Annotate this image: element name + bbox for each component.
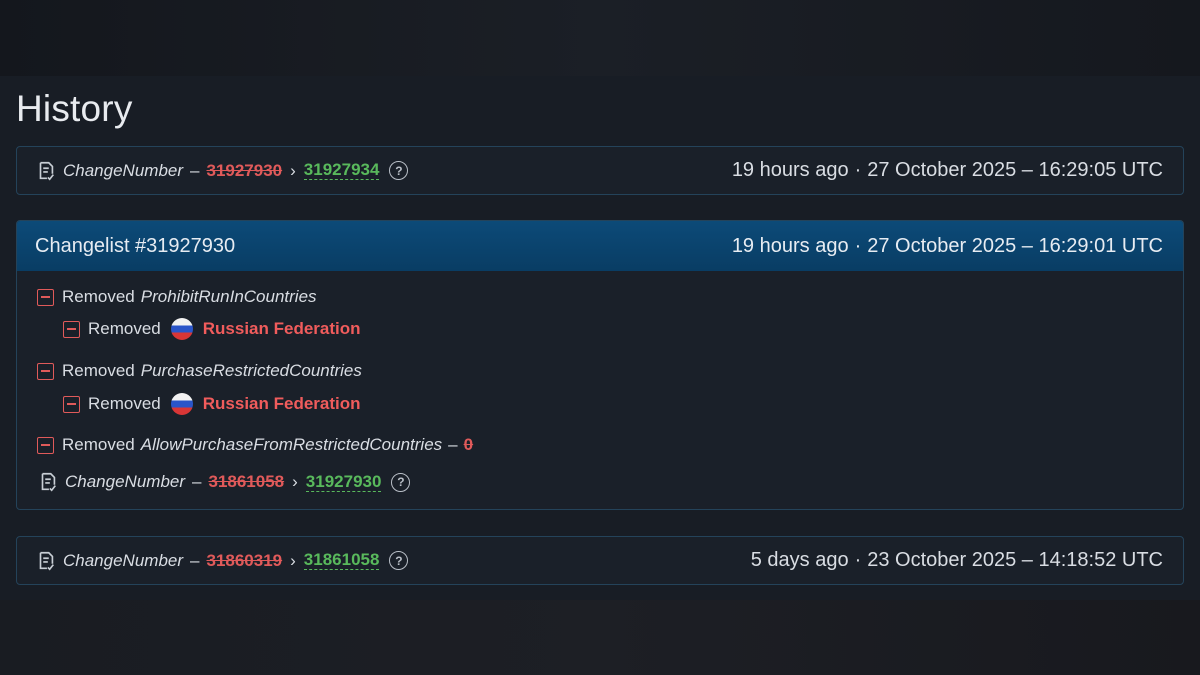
dash: –	[448, 435, 458, 454]
removed-key-item: Removed PurchaseRestrictedCountries	[37, 361, 362, 381]
action-label: Removed	[62, 435, 135, 454]
changelist-title[interactable]: Changelist #31927930	[35, 221, 235, 271]
key-name: AllowPurchaseFromRestrictedCountries	[140, 435, 443, 454]
old-value: 31860319	[206, 550, 283, 570]
country-name: Russian Federation	[202, 394, 361, 413]
absolute-time: 27 October 2025 – 16:29:05 UTC	[867, 159, 1163, 181]
removed-country-item: Removed Russian Federation	[63, 318, 361, 340]
document-check-icon	[39, 551, 54, 570]
top-band	[0, 0, 1200, 76]
minus-square-icon	[63, 320, 80, 338]
dash: –	[190, 160, 200, 180]
help-icon[interactable]: ?	[389, 551, 409, 570]
separator: ·	[854, 549, 862, 571]
page-title: History	[16, 88, 133, 129]
change-summary: ChangeNumber – 31927930 › 31927934 ?	[35, 147, 409, 194]
arrow: ›	[290, 550, 296, 570]
new-value-link[interactable]: 31861058	[303, 551, 380, 570]
entry-timestamp: 5 days ago · 23 October 2025 – 14:18:52 …	[751, 537, 1163, 584]
minus-square-icon	[37, 288, 54, 306]
removed-key-item: Removed ProhibitRunInCountries	[37, 287, 317, 307]
absolute-time: 27 October 2025 – 16:29:01 UTC	[867, 234, 1163, 257]
key-name: PurchaseRestrictedCountries	[140, 361, 362, 380]
new-value-link[interactable]: 31927930	[305, 472, 382, 492]
country-name: Russian Federation	[202, 319, 361, 338]
action-label: Removed	[62, 361, 135, 380]
change-number-item: ChangeNumber – 31861058 › 31927930 ?	[37, 471, 411, 493]
old-value: 31927930	[206, 160, 283, 180]
changelist-card: Changelist #31927930 19 hours ago · 27 O…	[16, 220, 1184, 510]
dash: –	[192, 472, 202, 491]
absolute-time: 23 October 2025 – 14:18:52 UTC	[867, 549, 1163, 571]
key-name: ProhibitRunInCountries	[140, 287, 317, 306]
change-key: ChangeNumber	[65, 472, 186, 491]
action-label: Removed	[88, 319, 161, 338]
russia-flag	[170, 393, 193, 415]
old-value: 31861058	[208, 472, 285, 491]
history-entry: ChangeNumber – 31860319 › 31861058 ? 5 d…	[16, 536, 1184, 585]
bottom-band	[0, 600, 1200, 675]
minus-square-icon	[37, 436, 54, 454]
help-icon[interactable]: ?	[391, 472, 411, 492]
relative-time[interactable]: 19 hours ago	[732, 159, 849, 182]
entry-timestamp: 19 hours ago · 27 October 2025 – 16:29:0…	[732, 147, 1163, 194]
history-entry: ChangeNumber – 31927930 › 31927934 ? 19 …	[16, 146, 1184, 195]
relative-time[interactable]: 19 hours ago	[732, 235, 849, 258]
changelist-header: Changelist #31927930 19 hours ago · 27 O…	[17, 221, 1183, 271]
change-key: ChangeNumber	[63, 160, 184, 180]
document-check-icon	[39, 161, 54, 180]
document-check-icon	[41, 472, 56, 492]
help-icon[interactable]: ?	[389, 161, 409, 180]
arrow: ›	[290, 160, 296, 180]
relative-time[interactable]: 5 days ago	[751, 549, 849, 572]
removed-country-item: Removed Russian Federation	[63, 393, 361, 415]
minus-square-icon	[37, 362, 54, 380]
changelist-timestamp: 19 hours ago · 27 October 2025 – 16:29:0…	[732, 221, 1163, 271]
minus-square-icon	[63, 395, 80, 413]
action-label: Removed	[88, 394, 161, 413]
removed-key-item: Removed AllowPurchaseFromRestrictedCount…	[37, 435, 473, 455]
russia-flag	[170, 318, 193, 340]
separator: ·	[854, 159, 862, 181]
arrow: ›	[292, 472, 298, 491]
dash: –	[190, 550, 200, 570]
change-summary: ChangeNumber – 31860319 › 31861058 ?	[35, 537, 409, 584]
action-label: Removed	[62, 287, 135, 306]
separator: ·	[854, 234, 862, 257]
change-key: ChangeNumber	[63, 550, 184, 570]
new-value-link[interactable]: 31927934	[303, 161, 380, 180]
old-value: 0	[463, 435, 474, 454]
